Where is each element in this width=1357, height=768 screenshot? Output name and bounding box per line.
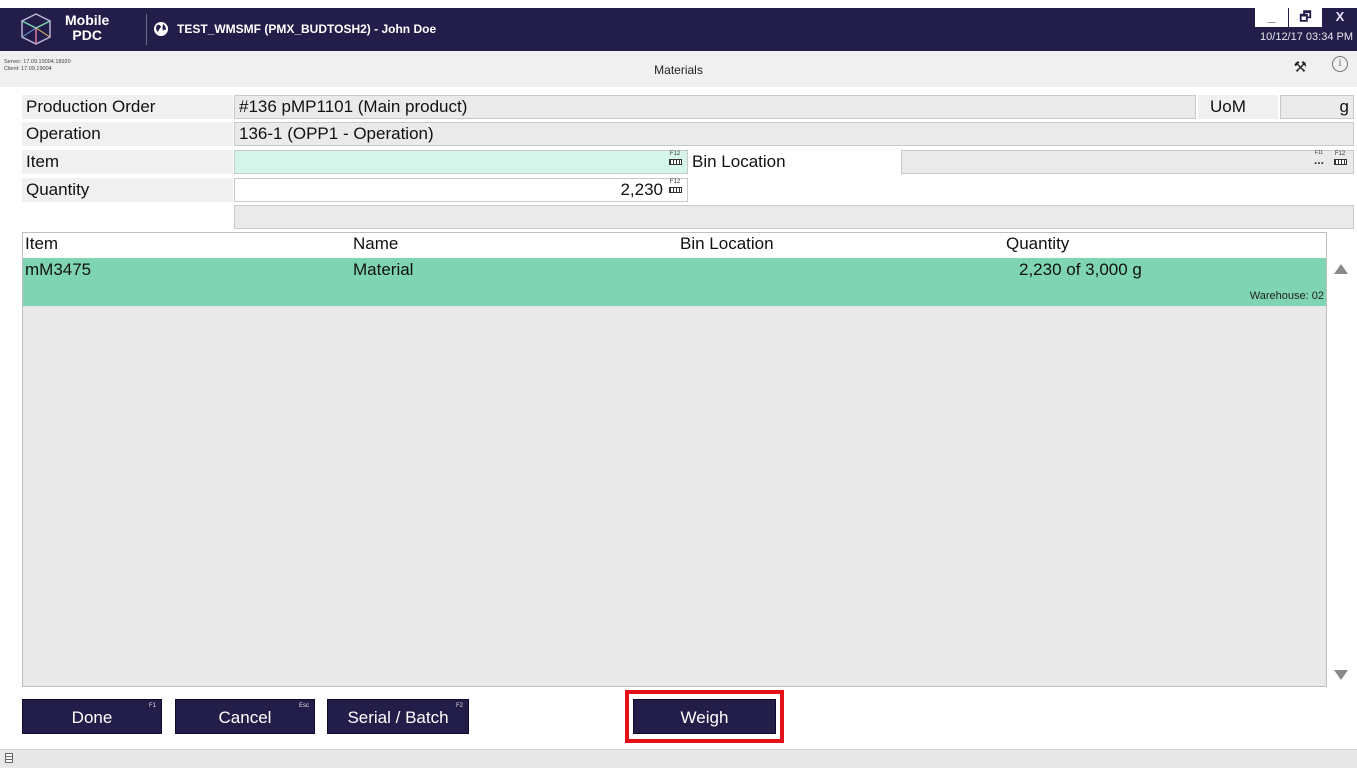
quantity-input[interactable]: 2,230: [234, 178, 688, 202]
datetime: 10/12/17 03:34 PM: [1260, 31, 1353, 43]
column-header-bin-location[interactable]: Bin Location: [680, 234, 774, 254]
restore-button[interactable]: 🗗: [1288, 8, 1322, 27]
minimize-button[interactable]: _: [1254, 8, 1288, 27]
row-warehouse: Warehouse: 02: [1249, 290, 1324, 302]
column-header-quantity[interactable]: Quantity: [1006, 234, 1069, 254]
row-item: mM3475: [25, 260, 92, 279]
window-controls: _ 🗗 X: [1254, 8, 1357, 27]
title-separator: [146, 14, 147, 45]
grid-scrollbar[interactable]: [1327, 232, 1355, 687]
operation-label: Operation: [22, 122, 233, 146]
materials-grid: Item Name Bin Location Quantity mM3475 M…: [22, 232, 1327, 687]
keyboard-icon[interactable]: F12: [668, 151, 682, 169]
cancel-button[interactable]: Cancel Esc: [175, 699, 315, 734]
status-bar: [0, 749, 1357, 768]
app-name: Mobile PDC: [65, 12, 110, 43]
sub-header: Server: 17.09.19004.18920 Client: 17.09.…: [0, 51, 1357, 87]
uom-field: g: [1280, 95, 1354, 119]
scroll-down-icon[interactable]: [1334, 670, 1348, 680]
quantity-label: Quantity: [22, 178, 233, 202]
log-icon[interactable]: [5, 753, 13, 763]
window-title: TEST_WMSMF (PMX_BUDTOSH2) - John Doe: [177, 22, 437, 36]
screen-title: Materials: [654, 63, 703, 77]
info-icon[interactable]: i: [1332, 56, 1348, 72]
table-row[interactable]: mM3475 Material 2,230 of 3,000 g Warehou…: [23, 258, 1326, 306]
weigh-highlight: [625, 690, 784, 743]
keyboard-icon[interactable]: F12: [1333, 151, 1347, 169]
bin-location-field[interactable]: [901, 150, 1354, 174]
item-input[interactable]: [234, 150, 688, 174]
cube-logo-icon: [21, 13, 51, 45]
item-label: Item: [22, 150, 233, 174]
globe-icon: [154, 22, 168, 36]
production-order-field: #136 pMP1101 (Main product): [234, 95, 1196, 119]
top-strip: [0, 0, 1357, 8]
row-quantity: 2,230 of 3,000 g: [1019, 260, 1142, 279]
grid-header: Item Name Bin Location Quantity: [23, 233, 1326, 258]
bin-location-label: Bin Location: [692, 152, 786, 171]
tools-icon[interactable]: ⚒: [1294, 58, 1307, 76]
scroll-up-icon[interactable]: [1334, 264, 1348, 274]
done-button[interactable]: Done F1: [22, 699, 162, 734]
keyboard-icon[interactable]: F12: [668, 179, 682, 197]
close-button[interactable]: X: [1322, 8, 1357, 27]
row-name: Material: [353, 260, 414, 279]
column-header-name[interactable]: Name: [353, 234, 398, 254]
browse-icon[interactable]: F11...: [1312, 150, 1326, 168]
column-header-item[interactable]: Item: [25, 234, 58, 254]
title-bar: Mobile PDC TEST_WMSMF (PMX_BUDTOSH2) - J…: [0, 8, 1357, 51]
message-field: [234, 205, 1354, 229]
serial-batch-button[interactable]: Serial / Batch F2: [327, 699, 469, 734]
production-order-label: Production Order: [22, 95, 233, 119]
uom-label: UoM: [1198, 95, 1278, 119]
operation-field: 136-1 (OPP1 - Operation): [234, 122, 1354, 146]
